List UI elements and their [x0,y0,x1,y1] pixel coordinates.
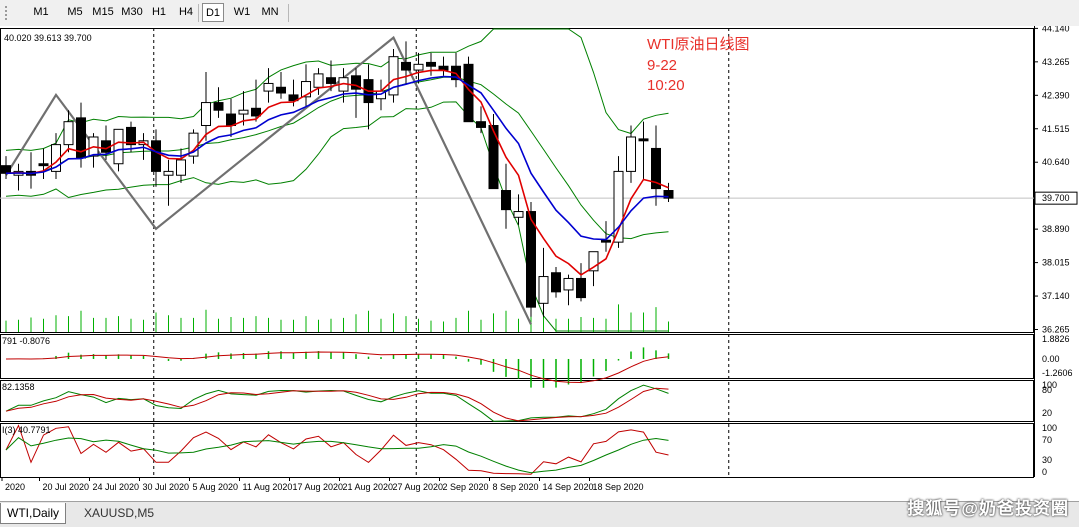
timeframe-m5[interactable]: M5 [62,3,88,22]
indicator-2-tick-2: 30 [1042,455,1052,465]
timeframe-m15[interactable]: M15 [90,3,116,22]
price-tick-9: 36.265 [1042,325,1070,335]
candle-body-45 [563,277,574,291]
candle-body-25 [313,73,324,88]
time-label-11: 14 Sep 2020 [543,482,594,492]
annotation-date: 9-22 [647,57,677,74]
indicator-1-tick-1: 80 [1042,385,1052,395]
price-tick-4: 40.640 [1042,157,1070,167]
time-label-2: 24 Jul 2020 [93,482,140,492]
candle-body-18 [226,113,236,127]
timeframe-h1[interactable]: H1 [147,3,171,22]
candle-body-12 [151,140,161,172]
time-label-1: 20 Jul 2020 [43,482,90,492]
candle-31 [388,49,399,103]
indicator-readout-2: I(3) 40.7791 [2,425,51,435]
candle-body-35 [438,65,449,71]
candle-body-40 [501,190,511,211]
candle-body-42 [526,211,536,308]
price-tick-6: 38.890 [1042,224,1070,234]
candle-body-51 [638,138,649,142]
candle-body-22 [276,86,286,94]
chart-tab-1[interactable]: XAUUSD,M5 [78,503,160,524]
price-tick-2: 42.390 [1042,90,1070,100]
candle-body-41 [513,211,524,218]
watermark: 搜狐号@奶爸投资圈 [907,499,1069,518]
candle-body-5 [63,121,74,146]
timeframe-w1[interactable]: W1 [230,3,254,22]
candle-body-48 [601,239,611,243]
ohlc-readout: 40.020 39.613 39.700 [4,33,92,43]
price-tick-5: 39.700 [1042,193,1070,203]
toolbar-separator [198,4,199,22]
candle-body-44 [551,272,561,293]
annotation-time: 10:20 [647,77,685,94]
chart-background [0,26,1079,501]
timeframe-toolbar: M1 M5 M15 M30 H1 H4 D1 W1 MN [0,0,1079,27]
candle-body-33 [413,63,424,71]
candle-body-39 [488,125,499,190]
time-label-3: 30 Jul 2020 [143,482,190,492]
timeframe-m30[interactable]: M30 [118,3,146,22]
candle-body-3 [38,163,49,167]
candle-body-43 [538,276,549,304]
indicator-2-tick-1: 70 [1042,435,1052,445]
indicator-readout-1: 82.1358 [2,382,35,392]
chart-area[interactable]: 44.140 43.265 42.390 41.515 40.640 39.700 38.8… [0,26,1079,501]
candle-body-19 [238,109,249,115]
time-label-6: 17 Aug 2020 [293,482,344,492]
candle-body-16 [201,102,211,127]
candle-body-17 [213,102,224,111]
price-tick-1: 43.265 [1042,57,1070,67]
candle-body-46 [576,277,586,299]
candle-body-0 [1,165,11,174]
time-label-10: 8 Sep 2020 [493,482,539,492]
candle-body-14 [176,159,186,176]
chart-tab-0[interactable]: WTI,Daily [0,503,66,524]
timeframe-mn[interactable]: MN [259,3,281,22]
indicator-0-tick-0: 1.8826 [1042,334,1070,344]
time-label-8: 27 Aug 2020 [393,482,444,492]
timeframe-d1[interactable]: D1 [202,3,224,22]
candle-body-34 [426,61,436,67]
price-tick-7: 38.015 [1042,258,1070,268]
time-label-5: 11 Aug 2020 [243,482,293,492]
candle-body-50 [626,136,636,172]
candle-body-21 [263,82,274,92]
price-tick-3: 41.515 [1042,124,1070,134]
indicator-2-tick-0: 100 [1042,423,1057,433]
toolbar-separator [288,4,289,22]
price-tick-8: 37.140 [1042,291,1070,301]
candle-body-26 [326,77,336,84]
price-tick-0: 44.140 [1042,26,1070,33]
candle-body-32 [401,61,411,71]
time-label-12: 18 Sep 2020 [593,482,644,492]
toolbar-grip[interactable] [3,4,9,22]
timeframe-m1[interactable]: M1 [28,3,54,22]
candle-body-38 [476,121,486,128]
candle-body-20 [251,107,261,117]
time-label-7: 21 Aug 2020 [343,482,394,492]
time-label-0: 2020 [5,482,25,492]
timeframe-h4[interactable]: H4 [174,3,198,22]
candle-body-13 [163,170,174,176]
annotation-title: WTI原油日线图 [647,36,750,53]
indicator-0-tick-1: 0.00 [1042,354,1060,364]
time-label-9: 2 Sep 2020 [443,482,489,492]
indicator-0-tick-2: -1.2606 [1042,368,1073,378]
candle-body-9 [113,128,124,165]
time-label-4: 5 Aug 2020 [193,482,239,492]
indicator-1-tick-2: 20 [1042,408,1052,418]
indicator-2-tick-3: 0 [1042,467,1047,477]
indicator-readout-0: 791 -0.8076 [2,336,50,346]
